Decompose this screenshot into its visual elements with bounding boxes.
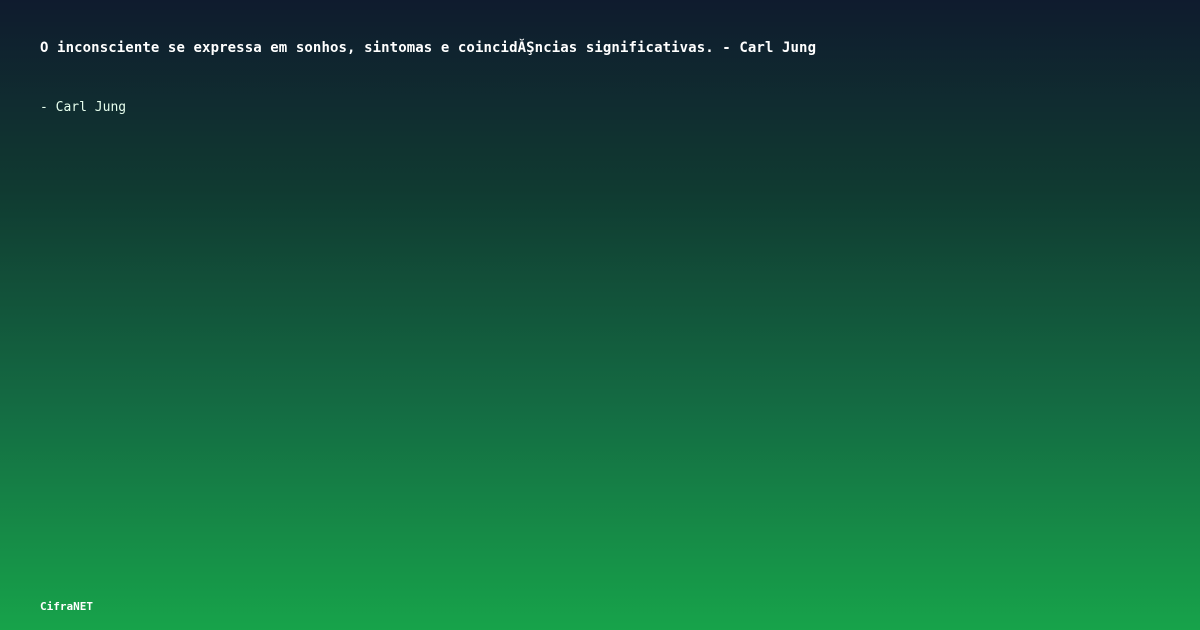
quote-author: - Carl Jung	[40, 100, 127, 115]
brand-logo-text: CifraNET	[40, 600, 93, 613]
quote-text: O inconsciente se expressa em sonhos, si…	[40, 40, 817, 56]
